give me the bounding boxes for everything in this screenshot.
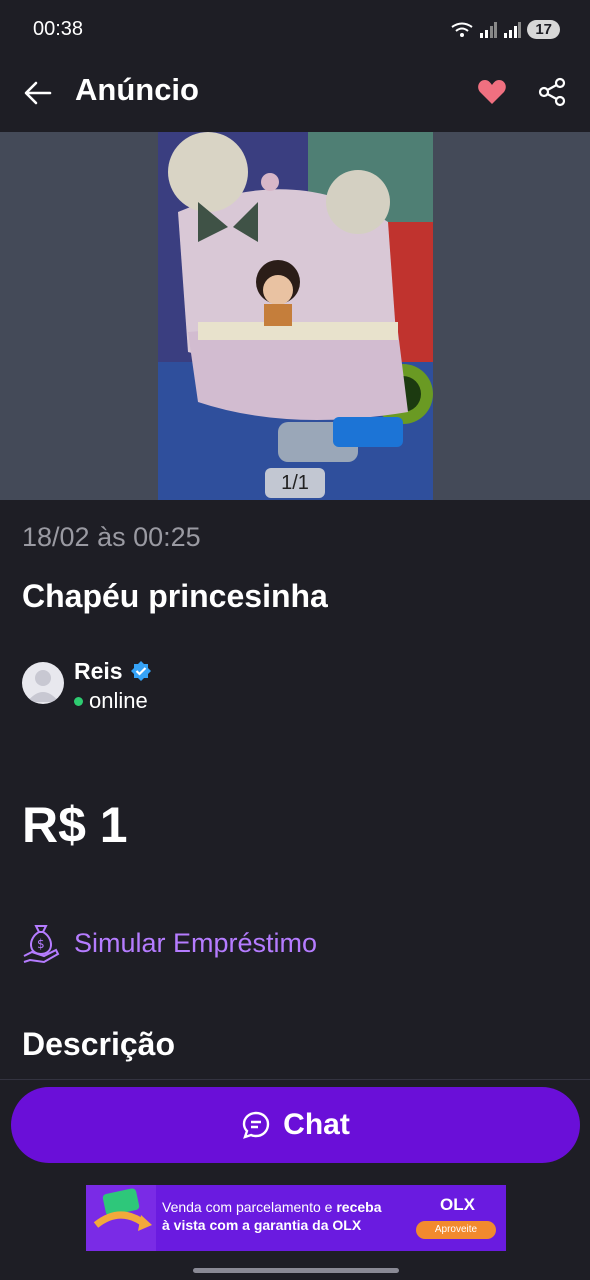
page-title: Anúncio (75, 72, 199, 107)
olx-logo-text: OLX (440, 1195, 475, 1214)
avatar[interactable] (22, 662, 64, 704)
avatar-placeholder-icon (27, 670, 59, 702)
banner-line1-b: receba (336, 1199, 382, 1215)
banner-cta-button[interactable]: Aproveite (416, 1221, 496, 1239)
chat-bubble-icon (242, 1111, 270, 1139)
wifi-icon (451, 22, 473, 37)
heart-icon[interactable] (476, 76, 508, 108)
image-gallery[interactable] (0, 132, 590, 500)
divider (0, 1079, 590, 1080)
olx-logo: OLX (440, 1195, 475, 1215)
money-bag-icon: $ (23, 925, 60, 964)
signal-icon (480, 21, 498, 38)
status-icons: 17 (451, 20, 560, 39)
app-bar: Anúncio (0, 60, 590, 132)
chat-button[interactable]: Chat (11, 1087, 580, 1163)
status-bar: 00:38 17 (0, 0, 590, 60)
share-icon[interactable] (536, 76, 568, 108)
status-time: 00:38 (33, 18, 84, 40)
seller-status-label: online (89, 688, 148, 713)
banner-line1-a: Venda com parcelamento e (162, 1199, 337, 1215)
banner-line2: à vista com a garantia da OLX (162, 1217, 362, 1233)
listing-title: Chapéu princesinha (22, 578, 328, 614)
product-photo-illustration (158, 132, 433, 500)
online-dot (74, 696, 83, 706)
simulate-loan-link[interactable]: $ Simular Empréstimo (22, 922, 317, 964)
seller-status: online (74, 688, 148, 714)
description-heading: Descrição (22, 1026, 175, 1062)
listing-price: R$ 1 (22, 797, 128, 853)
product-photo[interactable] (158, 132, 433, 500)
seller-name[interactable]: Reis (74, 658, 123, 685)
verified-icon (131, 661, 151, 681)
chat-button-label: Chat (283, 1108, 350, 1141)
ad-banner[interactable]: Venda com parcelamento e receba à vista … (86, 1185, 506, 1251)
banner-illustration (86, 1185, 156, 1251)
home-indicator[interactable] (193, 1268, 399, 1273)
image-counter: 1/1 (265, 468, 325, 498)
simulate-loan-label[interactable]: Simular Empréstimo (74, 928, 317, 959)
battery-level: 17 (527, 20, 560, 39)
listing-date: 18/02 às 00:25 (22, 522, 201, 552)
seller-info[interactable]: Reis online (22, 658, 322, 718)
back-arrow-icon[interactable] (22, 77, 54, 109)
svg-text:$: $ (37, 937, 45, 951)
signal-icon (504, 21, 522, 38)
banner-text: Venda com parcelamento e receba à vista … (162, 1198, 382, 1234)
